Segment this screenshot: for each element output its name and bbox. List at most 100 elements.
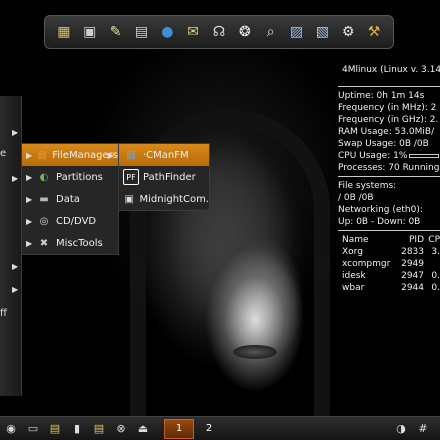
divider (338, 176, 440, 177)
menu-item-label: Partitions (56, 171, 103, 183)
process-pid: 2944 (401, 283, 424, 293)
volume-icon[interactable]: ◑ (393, 421, 409, 437)
workspace-1[interactable]: 1 (164, 418, 194, 439)
chevron-right-icon: ▶ (26, 238, 33, 248)
folder-icon: ▤ (37, 149, 47, 161)
workspace-2[interactable]: 2 (194, 419, 224, 439)
eject-icon[interactable]: ⏏ (135, 421, 151, 437)
process-cpu-header: CP (428, 235, 440, 245)
misctools-icon: ✖ (39, 237, 49, 249)
process-cpu (424, 258, 440, 270)
wallpaper-lips (233, 345, 277, 359)
midnight-commander-icon: ▣ (124, 193, 134, 205)
globe-icon[interactable]: ● (156, 21, 178, 43)
chevron-right-icon: ▶ (26, 216, 33, 226)
chevron-right-icon[interactable]: ▶ (12, 128, 18, 137)
close-circle-icon[interactable]: ⊗ (113, 421, 129, 437)
process-cpu: 3. (431, 247, 440, 257)
process-name: xcompmgr (342, 259, 391, 269)
process-pid: 2949 (401, 259, 424, 269)
process-row: wbar 2944 0. (338, 282, 440, 294)
menu-item-pathfinder[interactable]: PF PathFinder (119, 166, 209, 188)
disk-icon[interactable]: ▦ (53, 21, 75, 43)
process-row: Xorg 2833 3. (338, 246, 440, 258)
system-monitor: 4Mlinux (Linux v. 3.14. Uptime: 0h 1m 14… (338, 64, 440, 294)
divider (338, 86, 440, 87)
document-icon[interactable]: ▤ (91, 421, 107, 437)
chevron-right-icon: ▶ (26, 150, 33, 160)
networking-label: Networking (eth0): (338, 205, 423, 215)
headphones-icon[interactable]: ☊ (208, 21, 230, 43)
menu-item-partitions[interactable]: ▶ ◐ Partitions (22, 166, 118, 188)
grid-icon[interactable]: # (415, 421, 431, 437)
home-folder-icon[interactable]: ▤ (47, 421, 63, 437)
settings-icon[interactable]: ⚙ (337, 21, 359, 43)
process-name: wbar (342, 283, 365, 293)
processes-text: Processes: 70 Running (338, 163, 440, 173)
package-icon[interactable]: ▧ (311, 21, 333, 43)
menu-item-data[interactable]: ▶ ▬ Data (22, 188, 118, 210)
cpu-usage-row: CPU Usage: 1% (338, 150, 440, 162)
chevron-right-icon: ▶ (107, 150, 114, 160)
cpu-usage-text: CPU Usage: 1% (338, 151, 408, 161)
menu-fragment[interactable]: e (0, 148, 6, 159)
calculator-icon[interactable]: ▤ (130, 21, 152, 43)
mail-icon[interactable]: ✉ (182, 21, 204, 43)
menu-item-cd-dvd[interactable]: ▶ ◎ CD/DVD (22, 210, 118, 232)
menu-fragment[interactable]: ff (0, 308, 7, 319)
menu-item-misctools[interactable]: ▶ ✖ MiscTools (22, 232, 118, 254)
pathfinder-icon: PF (123, 169, 139, 185)
system-tray: ◑ # (390, 421, 434, 437)
menu-item-label: CD/DVD (56, 215, 97, 227)
process-name: idesk (342, 271, 366, 281)
process-pid-header: PID (408, 235, 424, 245)
pcmanfm-icon: ▤ (126, 149, 136, 161)
chevron-right-icon[interactable]: ▶ (12, 174, 18, 183)
process-list: Xorg 2833 3. xcompmgr 2949 idesk 2947 0. wbar 294… (338, 246, 440, 294)
divider (338, 230, 440, 231)
process-row: xcompmgr 2949 (338, 258, 440, 270)
bottom-taskbar: ◉ ▭ ▤ ▮ ▤ ⊗ ⏏ 12 ◑ # (0, 416, 440, 440)
tools-icon[interactable]: ⚒ (363, 21, 385, 43)
submenu-filemanagers: ▤ ·CManFM PF PathFinder ▣ MidnightCom. (118, 143, 210, 211)
cd-icon: ◎ (39, 215, 49, 227)
chevron-right-icon[interactable]: ▶ (12, 285, 18, 294)
terminal-icon[interactable]: ▣ (79, 21, 101, 43)
network-icon[interactable]: ▨ (286, 21, 308, 43)
process-pid: 2833 (401, 247, 424, 257)
menu-item-cmanfm[interactable]: ▤ ·CManFM (119, 144, 209, 166)
system-title: 4Mlinux (Linux v. 3.14. (342, 65, 440, 75)
filesystems-label: File systems: (338, 181, 397, 191)
partitions-icon: ◐ (39, 171, 49, 183)
submenu-categories: ▶ ▤ FileManagers ▶ ▶ ◐ Partitions ▶ ▬ Data ▶ ◎ CD/DV… (21, 143, 119, 255)
root-menu-panel: ▶ e ▶ ▶ ▶ ff (0, 96, 22, 396)
magnifier-icon[interactable]: ⌕ (260, 21, 282, 43)
start-icon[interactable]: ◉ (3, 421, 19, 437)
process-row: idesk 2947 0. (338, 270, 440, 282)
chevron-right-icon[interactable]: ▶ (12, 262, 18, 271)
cpu-usage-bar (409, 153, 440, 158)
process-header: Name PID CP (338, 234, 440, 246)
frequency-mhz-text: Frequency (in MHz): 2 (338, 103, 437, 113)
chevron-right-icon: ▶ (26, 172, 33, 182)
workspace-switcher: 12 (164, 418, 224, 439)
swap-usage-text: Swap Usage: 0B /0B (338, 139, 429, 149)
battery-icon[interactable]: ▮ (69, 421, 85, 437)
menu-item-label: ·CManFM (143, 149, 189, 161)
networking-value: Up: 0B - Down: 0B (338, 217, 421, 227)
editor-icon[interactable]: ✎ (105, 21, 127, 43)
keyboard-icon[interactable]: ▭ (25, 421, 41, 437)
process-cpu: 0. (431, 271, 440, 281)
process-cpu: 0. (431, 283, 440, 293)
filesystems-value: / 0B /0B (338, 193, 374, 203)
uptime-text: Uptime: 0h 1m 14s (338, 91, 425, 101)
menu-item-label: Data (56, 193, 80, 205)
film-reel-icon[interactable]: ❂ (234, 21, 256, 43)
menu-item-label: MidnightCom. (139, 193, 210, 205)
data-icon: ▬ (39, 193, 49, 205)
ram-usage-text: RAM Usage: 53.0MiB/ (338, 127, 435, 137)
process-name-header: Name (342, 235, 369, 245)
menu-item-midnightcom[interactable]: ▣ MidnightCom. (119, 188, 209, 210)
menu-item-filemanagers[interactable]: ▶ ▤ FileManagers ▶ (22, 144, 118, 166)
top-dock: ▦ ▣ ✎ ▤ ● ✉ ☊ ❂ ⌕ ▨ ▧ ⚙ ⚒ (44, 15, 394, 49)
